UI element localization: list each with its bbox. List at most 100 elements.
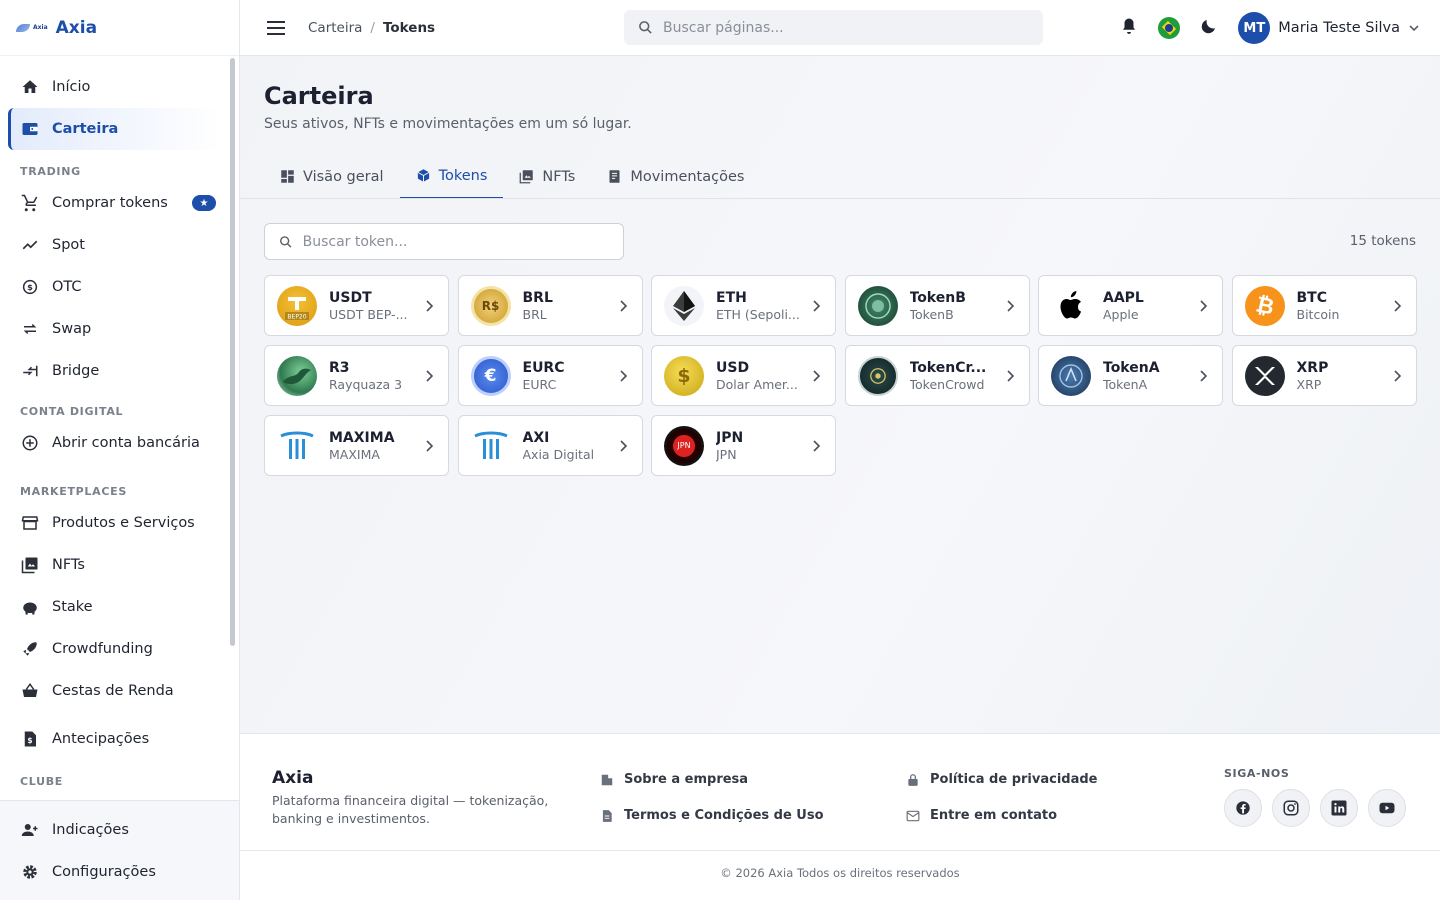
tab-label: Tokens xyxy=(438,167,488,184)
user-menu[interactable]: MT Maria Teste Silva xyxy=(1238,12,1420,44)
sidebar-item-label: Cestas de Renda xyxy=(52,683,174,699)
sidebar-bottom: Indicações Configurações xyxy=(0,800,239,900)
currency-exchange-icon: $ xyxy=(20,277,40,297)
token-card-eth[interactable]: ETH ETH (Sepoli... xyxy=(651,275,836,336)
sidebar-item-comprar-tokens[interactable]: Comprar tokens ★ xyxy=(8,182,222,224)
sidebar-scrollbar[interactable] xyxy=(230,58,235,646)
token-card-axi[interactable]: AXI Axia Digital xyxy=(457,415,643,476)
token-card-aapl[interactable]: AAPL Apple xyxy=(1038,275,1223,336)
token-search-input[interactable] xyxy=(302,233,623,250)
section-clube: CLUBE xyxy=(20,775,64,788)
token-text: TokenB TokenB xyxy=(910,290,1010,322)
token-symbol: TokenB xyxy=(909,289,966,306)
token-card-tokena[interactable]: TokenA TokenA xyxy=(1038,345,1223,406)
token-symbol: JPN xyxy=(716,429,744,446)
token-card-brl[interactable]: R$ BRL BRL xyxy=(457,275,643,336)
sidebar-item-crowdfunding[interactable]: Crowdfunding xyxy=(8,628,222,670)
footer-link-privacidade[interactable]: Política de privacidade xyxy=(906,772,1097,787)
linkedin-icon[interactable] xyxy=(1320,789,1358,827)
youtube-icon[interactable] xyxy=(1368,789,1406,827)
sidebar-item-nfts[interactable]: NFTs xyxy=(8,544,222,586)
brand-logo[interactable]: Axia Axia xyxy=(0,0,239,56)
instagram-icon[interactable] xyxy=(1272,789,1310,827)
token-search[interactable] xyxy=(264,223,624,260)
sidebar-item-cestas[interactable]: Cestas de Renda xyxy=(8,670,222,712)
sidebar-item-stake[interactable]: Stake xyxy=(8,586,222,628)
usd-coin-icon: $ xyxy=(664,355,704,396)
token-card-usdt[interactable]: BEP20 USDT USDT BEP-... xyxy=(264,275,449,336)
sidebar-nav: Início Carteira TRADING Comprar tokens ★… xyxy=(8,66,222,792)
sidebar-item-spot[interactable]: Spot xyxy=(8,224,222,266)
page-search[interactable] xyxy=(624,10,1043,45)
dark-mode-icon[interactable] xyxy=(1200,17,1218,39)
token-symbol: EURC xyxy=(522,359,565,376)
chevron-right-icon xyxy=(619,440,627,452)
sidebar-item-inicio[interactable]: Início xyxy=(8,66,222,108)
piggy-bank-icon xyxy=(20,597,40,617)
sidebar-item-bridge[interactable]: Bridge xyxy=(8,350,222,392)
tab-tokens[interactable]: Tokens xyxy=(399,154,504,199)
sidebar-item-otc[interactable]: $ OTC xyxy=(8,266,222,308)
tab-nfts[interactable]: NFTs xyxy=(503,154,591,199)
bell-icon[interactable] xyxy=(1120,17,1138,39)
footer-link-contato[interactable]: Entre em contato xyxy=(906,808,1057,823)
top-header: Carteira / Tokens MT Maria Teste Silva xyxy=(240,0,1440,56)
token-card-r3[interactable]: R3 Rayquaza 3 xyxy=(264,345,449,406)
chevron-right-icon xyxy=(1006,300,1014,312)
footer-link-termos[interactable]: Termos e Condições de Uso xyxy=(600,808,824,823)
menu-button[interactable] xyxy=(256,8,296,48)
footer-link-sobre[interactable]: Sobre a empresa xyxy=(600,772,748,787)
building-icon xyxy=(601,774,613,785)
sidebar-item-indicacoes[interactable]: Indicações xyxy=(8,809,231,851)
sidebar-item-label: Stake xyxy=(52,599,93,615)
tab-movimentacoes[interactable]: Movimentações xyxy=(591,154,760,199)
token-text: TokenA TokenA xyxy=(1103,360,1203,392)
token-card-jpn[interactable]: JPN JPN JPN xyxy=(651,415,836,476)
token-name: Bitcoin xyxy=(1296,306,1340,322)
token-symbol: XRP xyxy=(1296,359,1329,376)
breadcrumb-carteira[interactable]: Carteira xyxy=(308,20,362,36)
sidebar-item-carteira[interactable]: Carteira xyxy=(8,108,222,150)
sidebar-item-abrir-conta[interactable]: Abrir conta bancária xyxy=(8,422,222,464)
tokenb-coin-icon xyxy=(857,285,898,326)
sidebar-item-antecipacoes[interactable]: $ Antecipações xyxy=(8,718,222,760)
jpn-coin-icon: JPN xyxy=(664,425,704,466)
social-title: SIGA-NOS xyxy=(1224,767,1290,780)
brazil-flag-icon[interactable] xyxy=(1158,17,1181,39)
token-text: JPN JPN xyxy=(716,430,816,462)
swap-icon xyxy=(20,319,40,339)
token-name: TokenCrowd xyxy=(909,376,985,392)
token-name: BRL xyxy=(522,306,547,322)
svg-text:BEP20: BEP20 xyxy=(287,313,306,320)
sidebar-item-configuracoes[interactable]: Configurações xyxy=(8,851,231,893)
token-card-tokenb[interactable]: TokenB TokenB xyxy=(844,275,1030,336)
aapl-coin-icon xyxy=(1051,285,1091,326)
sidebar-item-label: Abrir conta bancária xyxy=(52,435,200,451)
token-name: Rayquaza 3 xyxy=(329,376,403,392)
avatar: MT xyxy=(1238,12,1271,44)
page-title: Carteira xyxy=(264,82,374,110)
facebook-icon[interactable] xyxy=(1224,789,1262,827)
copyright: © 2026 Axia Todos os direitos reservados xyxy=(720,866,960,880)
sidebar-item-label: Antecipações xyxy=(52,731,150,747)
sidebar-item-produtos[interactable]: Produtos e Serviços xyxy=(8,502,222,544)
sidebar-item-label: Spot xyxy=(52,237,85,253)
token-text: USDT USDT BEP-... xyxy=(329,290,429,322)
sidebar-item-swap[interactable]: Swap xyxy=(8,308,222,350)
maxima-coin-icon xyxy=(277,425,317,466)
gear-icon xyxy=(20,862,40,882)
search-input[interactable] xyxy=(663,19,993,36)
token-card-eurc[interactable]: € EURC EURC xyxy=(457,345,643,406)
user-name: Maria Teste Silva xyxy=(1278,20,1400,36)
token-card-btc[interactable]: ₿ BTC Bitcoin xyxy=(1231,275,1417,336)
token-card-tokencrowd[interactable]: TokenCr... TokenCrowd xyxy=(844,345,1030,406)
xrp-coin-icon xyxy=(1244,355,1285,396)
brand-name: Axia xyxy=(55,17,98,38)
chevron-right-icon xyxy=(1200,370,1208,382)
tab-visao-geral[interactable]: Visão geral xyxy=(264,154,400,199)
footer: Axia Plataforma financeira digital — tok… xyxy=(240,733,1440,900)
token-card-maxima[interactable]: MAXIMA MAXIMA xyxy=(264,415,449,476)
tab-label: NFTs xyxy=(542,168,576,185)
token-card-usd[interactable]: $ USD Dolar Amer... xyxy=(651,345,836,406)
token-card-xrp[interactable]: XRP XRP xyxy=(1231,345,1417,406)
